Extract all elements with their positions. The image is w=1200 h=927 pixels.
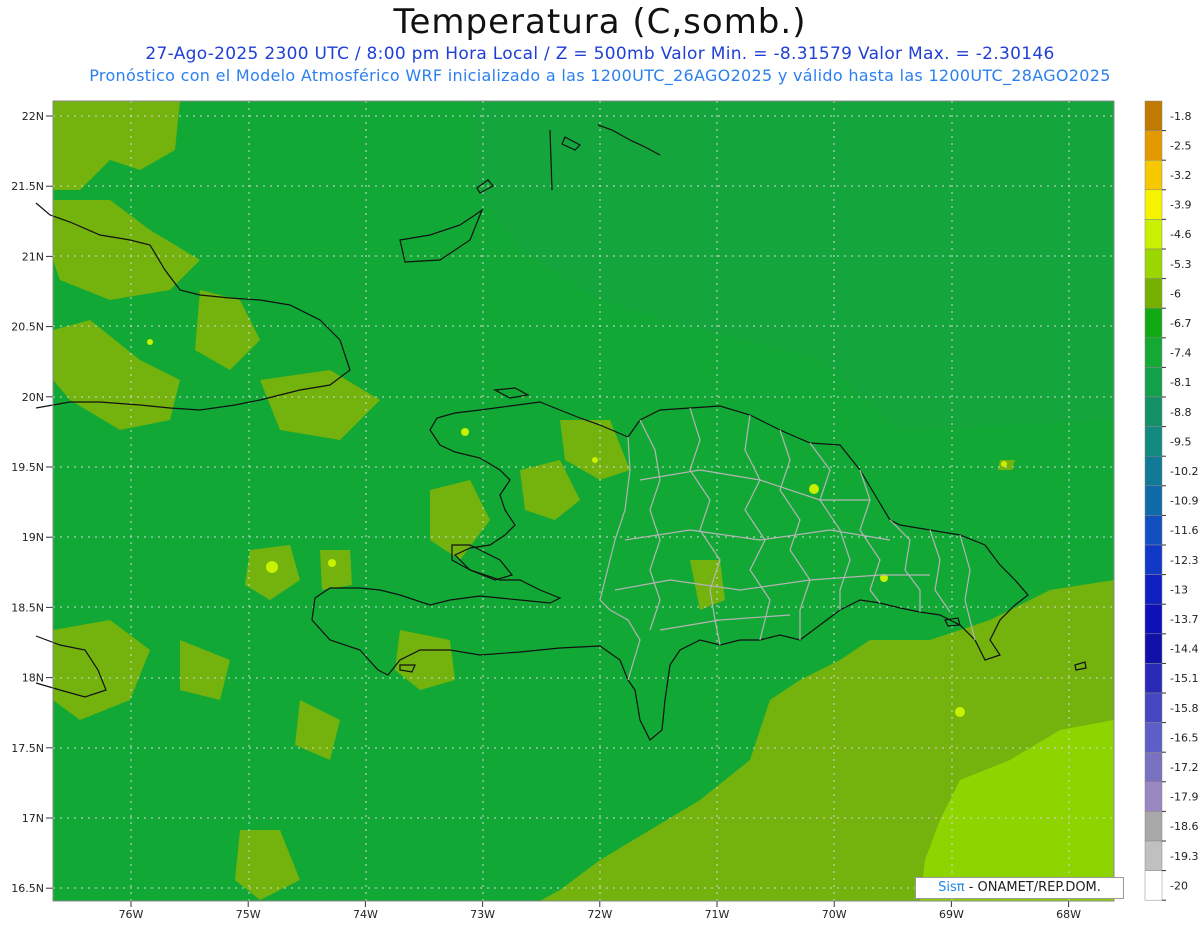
colorbar-swatch bbox=[1144, 159, 1163, 191]
colorbar-label: -8.8 bbox=[1170, 406, 1191, 419]
colorbar-label: -11.6 bbox=[1170, 524, 1198, 537]
colorbar-label: -16.5 bbox=[1170, 731, 1198, 744]
colorbar-swatch bbox=[1144, 840, 1163, 871]
longitude-labels: 76W 75W 74W 73W 72W 71W 70W 69W 68W bbox=[119, 901, 1081, 921]
colorbar-swatch bbox=[1144, 189, 1163, 220]
weather-map: -1.8 -2.5 -3.2 -3.9 -4.6 -5.3 -6 -6.7 -7.4 -8.1 -8… bbox=[11, 100, 1198, 921]
colorbar-label: -12.3 bbox=[1170, 554, 1198, 567]
colorbar-label: -3.9 bbox=[1170, 199, 1191, 212]
lat-label: 16.5N bbox=[11, 882, 44, 895]
colorbar-label: -20 bbox=[1170, 879, 1188, 892]
lat-label: 20.5N bbox=[11, 321, 44, 334]
colorbar-label: -13.7 bbox=[1170, 613, 1198, 626]
lat-label: 17.5N bbox=[11, 742, 44, 755]
colorbar-label: -8.1 bbox=[1170, 376, 1191, 389]
lat-label: 22N bbox=[22, 110, 44, 123]
lon-label: 71W bbox=[705, 908, 730, 921]
credit-text: - ONAMET/REP.DOM. bbox=[964, 880, 1101, 895]
colorbar-swatch bbox=[1144, 811, 1163, 842]
colorbar-swatch bbox=[1144, 100, 1163, 131]
colorbar-swatch bbox=[1144, 130, 1163, 161]
colorbar-swatch bbox=[1144, 603, 1163, 635]
colorbar-swatch bbox=[1144, 337, 1163, 368]
colorbar-label: -6.7 bbox=[1170, 317, 1191, 330]
colorbar-swatch bbox=[1144, 219, 1163, 250]
colorbar-swatch bbox=[1144, 663, 1163, 694]
colorbar: -1.8 -2.5 -3.2 -3.9 -4.6 -5.3 -6 -6.7 -7.4 -8.1 -8… bbox=[1144, 100, 1198, 901]
lat-label: 19.5N bbox=[11, 461, 44, 474]
colorbar-swatch bbox=[1144, 574, 1163, 605]
credit-brand: Sisπ bbox=[938, 880, 965, 895]
lat-label: 17N bbox=[22, 812, 44, 825]
colorbar-swatch bbox=[1144, 278, 1163, 309]
colorbar-swatch bbox=[1144, 248, 1163, 279]
lon-label: 73W bbox=[470, 908, 495, 921]
lat-label: 19N bbox=[22, 531, 44, 544]
colorbar-label: -10.9 bbox=[1170, 495, 1198, 508]
colorbar-swatch bbox=[1144, 633, 1163, 664]
colorbar-label: -1.8 bbox=[1170, 110, 1191, 123]
lat-label: 18N bbox=[22, 672, 44, 685]
lon-label: 69W bbox=[939, 908, 964, 921]
colorbar-label: -6 bbox=[1170, 287, 1181, 300]
lon-label: 72W bbox=[587, 908, 612, 921]
colorbar-label: -17.9 bbox=[1170, 791, 1198, 804]
colorbar-label: -10.2 bbox=[1170, 465, 1198, 478]
lat-label: 18.5N bbox=[11, 601, 44, 614]
colorbar-swatch bbox=[1144, 751, 1163, 783]
colorbar-label: -18.6 bbox=[1170, 820, 1198, 833]
colorbar-label: -9.5 bbox=[1170, 435, 1191, 448]
lon-label: 70W bbox=[822, 908, 847, 921]
colorbar-label: -3.2 bbox=[1170, 169, 1191, 182]
colorbar-swatch bbox=[1144, 692, 1163, 723]
colorbar-label: -4.6 bbox=[1170, 228, 1191, 241]
colorbar-label: -13 bbox=[1170, 583, 1188, 596]
colorbar-swatch bbox=[1144, 307, 1163, 339]
colorbar-swatch bbox=[1144, 515, 1163, 546]
colorbar-swatch bbox=[1144, 426, 1163, 457]
colorbar-swatch bbox=[1144, 722, 1163, 753]
lat-label: 20N bbox=[22, 391, 44, 404]
latitude-labels: 22N 21.5N 21N 20.5N 20N 19.5N 19N 18.5N 18N 17.5N… bbox=[11, 110, 53, 895]
colorbar-swatch bbox=[1144, 455, 1163, 487]
lon-label: 68W bbox=[1056, 908, 1081, 921]
colorbar-label: -15.8 bbox=[1170, 702, 1198, 715]
credit-box: Sisπ - ONAMET/REP.DOM. bbox=[915, 877, 1124, 899]
colorbar-label: -5.3 bbox=[1170, 258, 1191, 271]
colorbar-swatch bbox=[1144, 781, 1163, 812]
lon-label: 75W bbox=[236, 908, 261, 921]
lon-label: 74W bbox=[353, 908, 378, 921]
colorbar-label: -14.4 bbox=[1170, 643, 1198, 656]
lon-label: 76W bbox=[119, 908, 144, 921]
colorbar-swatch bbox=[1144, 544, 1163, 575]
colorbar-label: -7.4 bbox=[1170, 347, 1191, 360]
colorbar-label: -15.1 bbox=[1170, 672, 1198, 685]
colorbar-label: -19.3 bbox=[1170, 850, 1198, 863]
colorbar-swatch bbox=[1144, 485, 1163, 516]
colorbar-swatch bbox=[1144, 396, 1163, 427]
lat-label: 21.5N bbox=[11, 180, 44, 193]
colorbar-label: -2.5 bbox=[1170, 139, 1191, 152]
lat-label: 21N bbox=[22, 250, 44, 263]
colorbar-label: -17.2 bbox=[1170, 761, 1198, 774]
colorbar-swatch bbox=[1144, 367, 1163, 398]
colorbar-swatch bbox=[1144, 870, 1163, 901]
